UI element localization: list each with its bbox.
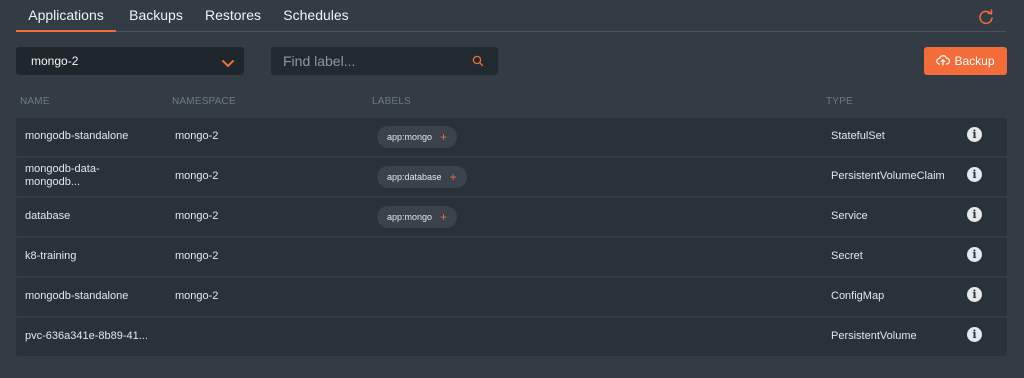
label-search	[271, 47, 498, 75]
info-icon[interactable]: i	[967, 247, 982, 262]
label-search-input[interactable]	[271, 47, 461, 75]
cloud-upload-icon	[936, 54, 951, 69]
add-label-icon[interactable]: +	[440, 130, 447, 144]
refresh-icon[interactable]	[977, 8, 995, 26]
column-header-labels: LABELS	[372, 96, 412, 107]
tab-backups[interactable]: Backups	[126, 0, 186, 32]
search-icon	[472, 55, 484, 67]
label-chip-text: app:mongo	[387, 212, 433, 222]
label-chip[interactable]: app:mongo +	[377, 126, 458, 148]
row-type: Secret	[831, 250, 863, 262]
label-chip[interactable]: app:database +	[377, 166, 467, 188]
row-name: database	[25, 210, 71, 222]
table-row[interactable]: database mongo-2 app:mongo + Service i	[16, 198, 1007, 236]
column-header-name: NAME	[20, 96, 50, 107]
info-icon[interactable]: i	[967, 207, 982, 222]
table-row[interactable]: mongodb-standalone mongo-2 app:mongo + S…	[16, 118, 1007, 156]
backup-button[interactable]: Backup	[924, 47, 1007, 75]
row-namespace: mongo-2	[175, 250, 219, 262]
tab-restores[interactable]: Restores	[202, 0, 264, 32]
row-name: k8-training	[25, 250, 77, 262]
table-row[interactable]: k8-training mongo-2 Secret i	[16, 238, 1007, 276]
label-chip[interactable]: app:mongo +	[377, 206, 458, 228]
table-row[interactable]: mongodb-standalone mongo-2 ConfigMap i	[16, 278, 1007, 316]
row-name: mongodb-standalone	[25, 290, 129, 302]
row-type: Service	[831, 210, 868, 222]
table-row[interactable]: mongodb-data-mongodb... mongo-2 app:data…	[16, 158, 1007, 196]
info-icon[interactable]: i	[967, 127, 982, 142]
backup-button-label: Backup	[954, 54, 995, 68]
namespace-select-value: mongo-2	[31, 54, 79, 68]
namespace-select[interactable]: mongo-2	[16, 47, 244, 75]
row-namespace: mongo-2	[175, 290, 219, 302]
row-type: StatefulSet	[831, 130, 885, 142]
row-name: mongodb-data-mongodb...	[25, 163, 100, 188]
label-chip-text: app:mongo	[387, 132, 433, 142]
column-header-namespace: NAMESPACE	[172, 96, 236, 107]
chevron-down-icon	[222, 56, 234, 67]
tab-bar: Applications Backups Restores Schedules	[16, 0, 1006, 32]
info-icon[interactable]: i	[967, 327, 982, 342]
row-type: PersistentVolume	[831, 330, 917, 342]
column-header-type: TYPE	[826, 96, 853, 107]
tab-applications[interactable]: Applications	[16, 0, 116, 32]
row-namespace: mongo-2	[175, 170, 219, 182]
row-name: mongodb-standalone	[25, 130, 129, 142]
row-name: pvc-636a341e-8b89-41...	[25, 330, 148, 342]
info-icon[interactable]: i	[967, 167, 982, 182]
table-header: NAME NAMESPACE LABELS TYPE	[0, 96, 1024, 110]
table-row[interactable]: pvc-636a341e-8b89-41... PersistentVolume…	[16, 318, 1007, 356]
row-type: PersistentVolumeClaim	[831, 170, 945, 182]
add-label-icon[interactable]: +	[440, 210, 447, 224]
label-chip-text: app:database	[387, 172, 442, 182]
info-icon[interactable]: i	[967, 287, 982, 302]
row-namespace: mongo-2	[175, 130, 219, 142]
tab-schedules[interactable]: Schedules	[282, 0, 350, 32]
row-type: ConfigMap	[831, 290, 885, 302]
row-namespace: mongo-2	[175, 210, 219, 222]
add-label-icon[interactable]: +	[450, 170, 457, 184]
